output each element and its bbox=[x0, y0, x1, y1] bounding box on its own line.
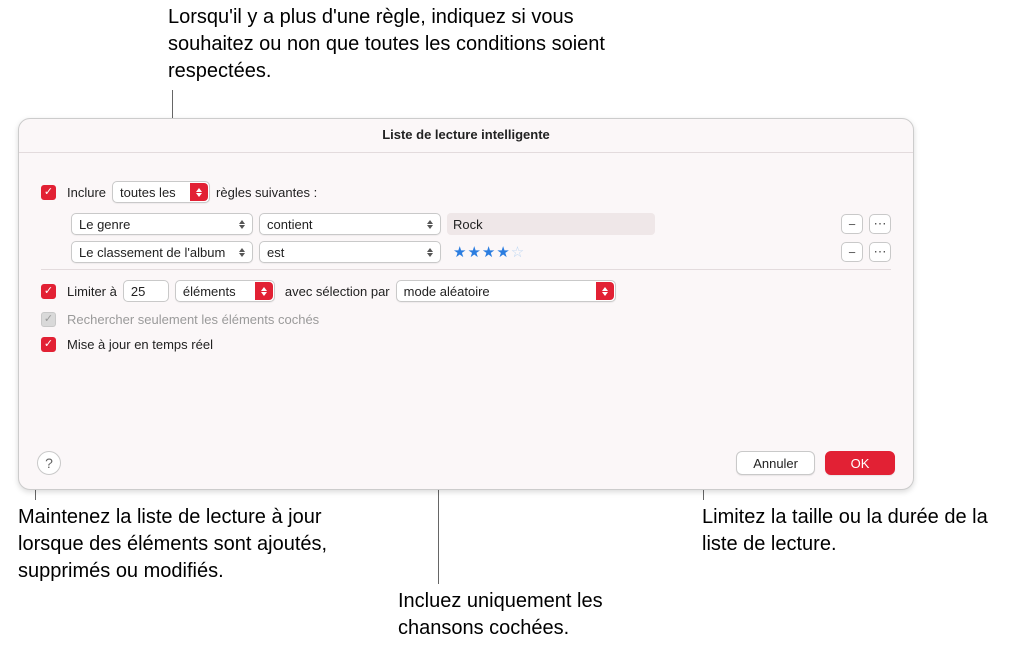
match-mode-value: toutes les bbox=[120, 185, 176, 200]
live-update-label: Mise à jour en temps réel bbox=[67, 337, 213, 352]
remove-rule-button[interactable]: − bbox=[841, 214, 863, 234]
match-checked-only-checkbox: ✓ bbox=[41, 312, 56, 327]
chevrons-icon bbox=[236, 244, 248, 260]
chevrons-icon bbox=[424, 244, 436, 260]
callout-live-update: Maintenez la liste de lecture à jour lor… bbox=[18, 504, 353, 585]
rule-field-value: Le classement de l'album bbox=[79, 245, 225, 260]
dialog-title: Liste de lecture intelligente bbox=[19, 119, 913, 148]
callout-limit: Limitez la taille ou la durée de la list… bbox=[702, 504, 1022, 558]
callout-checked-only: Incluez uniquement les chansons cochées. bbox=[398, 588, 658, 642]
live-update-row: ✓ Mise à jour en temps réel bbox=[41, 337, 891, 352]
chevrons-icon bbox=[236, 216, 248, 232]
chevrons-icon bbox=[596, 282, 614, 300]
rule-field-select[interactable]: Le genre bbox=[71, 213, 253, 235]
dialog-footer: Annuler OK bbox=[736, 451, 895, 475]
include-label-prefix: Inclure bbox=[67, 185, 106, 200]
rule-value-text: Rock bbox=[453, 217, 483, 232]
limit-label: Limiter à bbox=[67, 284, 117, 299]
match-checked-only-row: ✓ Rechercher seulement les éléments coch… bbox=[41, 312, 891, 327]
rule-row: Le genre contient Rock − ⋯ bbox=[71, 213, 891, 235]
callout-match-mode: Lorsqu'il y a plus d'une règle, indiquez… bbox=[168, 4, 628, 85]
rule-value-rating[interactable]: ★★★★☆ bbox=[447, 241, 655, 263]
rule-more-button[interactable]: ⋯ bbox=[869, 242, 891, 262]
cancel-button[interactable]: Annuler bbox=[736, 451, 815, 475]
limit-value-input[interactable]: 25 bbox=[123, 280, 169, 302]
rule-field-select[interactable]: Le classement de l'album bbox=[71, 241, 253, 263]
limit-checkbox[interactable]: ✓ bbox=[41, 284, 56, 299]
remove-rule-button[interactable]: − bbox=[841, 242, 863, 262]
live-update-checkbox[interactable]: ✓ bbox=[41, 337, 56, 352]
chevrons-icon bbox=[190, 183, 208, 201]
help-button[interactable]: ? bbox=[37, 451, 61, 475]
ok-button[interactable]: OK bbox=[825, 451, 895, 475]
rule-condition-value: est bbox=[267, 245, 284, 260]
rule-more-button[interactable]: ⋯ bbox=[869, 214, 891, 234]
include-label-suffix: règles suivantes : bbox=[216, 185, 317, 200]
smart-playlist-dialog: Liste de lecture intelligente ✓ Inclure … bbox=[18, 118, 914, 490]
rule-value-textfield[interactable]: Rock bbox=[447, 213, 655, 235]
limit-value-text: 25 bbox=[131, 284, 145, 299]
include-checkbox[interactable]: ✓ bbox=[41, 185, 56, 200]
limit-selection-mode-select[interactable]: mode aléatoire bbox=[396, 280, 616, 302]
rule-condition-value: contient bbox=[267, 217, 313, 232]
limit-unit-select[interactable]: éléments bbox=[175, 280, 275, 302]
limit-unit-value: éléments bbox=[183, 284, 236, 299]
rule-condition-select[interactable]: est bbox=[259, 241, 441, 263]
limit-selection-label: avec sélection par bbox=[285, 284, 390, 299]
limit-row: ✓ Limiter à 25 éléments avec sélection p… bbox=[41, 280, 891, 302]
divider bbox=[41, 269, 891, 270]
chevrons-icon bbox=[255, 282, 273, 300]
rule-row: Le classement de l'album est ★★★★☆ − ⋯ bbox=[71, 241, 891, 263]
match-mode-select[interactable]: toutes les bbox=[112, 181, 210, 203]
rule-condition-select[interactable]: contient bbox=[259, 213, 441, 235]
chevrons-icon bbox=[424, 216, 436, 232]
rule-field-value: Le genre bbox=[79, 217, 130, 232]
rating-stars-icon: ★★★★☆ bbox=[453, 243, 525, 261]
limit-selection-mode-value: mode aléatoire bbox=[404, 284, 490, 299]
match-checked-only-label: Rechercher seulement les éléments cochés bbox=[67, 312, 319, 327]
rules-list: Le genre contient Rock − ⋯ bbox=[71, 213, 891, 263]
divider bbox=[19, 152, 913, 153]
include-rules-row: ✓ Inclure toutes les règles suivantes : bbox=[41, 181, 891, 203]
